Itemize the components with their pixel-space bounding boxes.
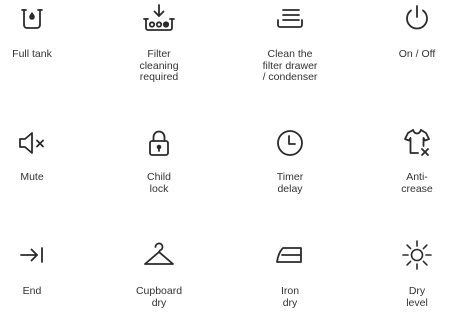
lock-icon (141, 126, 177, 160)
legend-item-iron-dry: Iron dry (240, 238, 340, 309)
filter-cleaning-icon (141, 1, 177, 35)
full-tank-icon (14, 1, 50, 35)
mute-label: Mute (20, 171, 44, 183)
end-label: End (22, 285, 42, 297)
mute-icon (14, 126, 50, 160)
filter-cleaning-label: Filter cleaning required (139, 48, 179, 83)
cupboard-dry-label: Cupboard dry (135, 285, 183, 309)
symbol-legend-grid: Full tank Filter cleaning required Clean… (0, 0, 449, 320)
full-tank-label: Full tank (12, 48, 52, 60)
clock-icon (272, 126, 308, 160)
legend-item-end: End (0, 238, 82, 298)
on-off-label: On / Off (398, 48, 436, 60)
power-icon (399, 1, 435, 35)
anti-crease-icon (399, 126, 435, 160)
filter-drawer-icon (272, 1, 308, 35)
legend-item-clean-filter-drawer: Clean the filter drawer / condenser (240, 1, 340, 84)
legend-item-dry-level: Dry level (367, 238, 449, 309)
legend-item-mute: Mute (0, 126, 82, 184)
iron-dry-label: Iron dry (280, 285, 300, 309)
legend-item-child-lock: Child lock (109, 126, 209, 195)
legend-item-anti-crease: Anti- crease (367, 126, 449, 195)
legend-item-full-tank: Full tank (0, 1, 82, 61)
timer-delay-label: Timer delay (276, 171, 304, 195)
legend-item-timer-delay: Timer delay (240, 126, 340, 195)
legend-item-cupboard-dry: Cupboard dry (109, 238, 209, 309)
hanger-icon (141, 238, 177, 272)
child-lock-label: Child lock (147, 171, 171, 195)
legend-item-on-off: On / Off (367, 1, 449, 61)
iron-icon (272, 238, 308, 272)
dry-level-label: Dry level (406, 285, 428, 309)
clean-filter-drawer-label: Clean the filter drawer / condenser (262, 48, 318, 83)
end-arrow-icon (14, 238, 50, 272)
sun-icon (399, 238, 435, 272)
anti-crease-label: Anti- crease (401, 171, 433, 195)
legend-item-filter-cleaning: Filter cleaning required (109, 1, 209, 84)
